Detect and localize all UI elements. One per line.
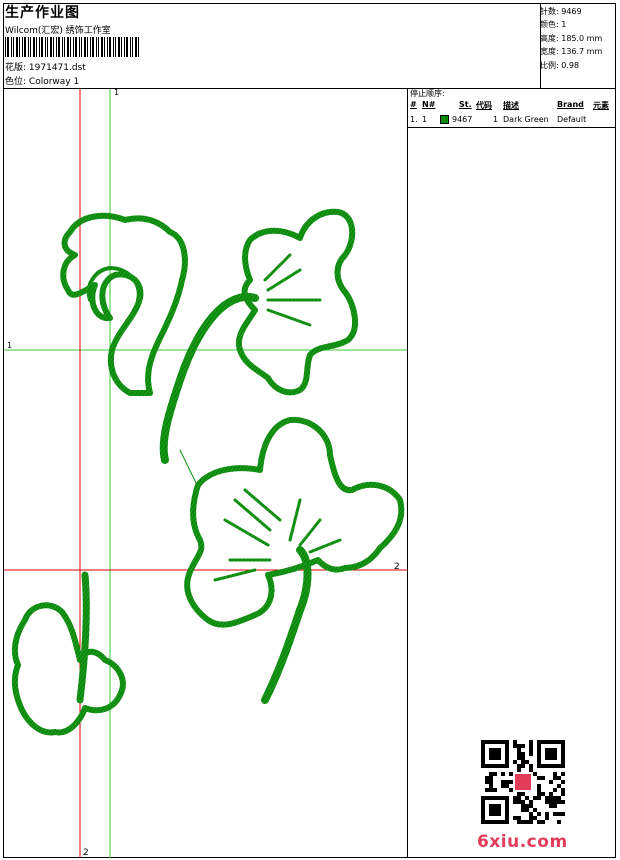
red-v-label: 2 — [83, 848, 89, 858]
red-h-label: 2 — [394, 562, 400, 572]
flower-upper-right-veins — [263, 253, 322, 327]
green-h-label: 1 — [7, 341, 12, 350]
leaf-lower-left — [11, 602, 126, 736]
connector — [179, 449, 198, 486]
stem-upper — [159, 292, 259, 464]
embroidery-design: 1 1 2 2 — [4, 88, 407, 858]
leaf-upper-left — [60, 212, 188, 396]
watermark-logo: 6xiu.com — [477, 832, 568, 852]
leaf-lower-left-stem — [76, 571, 90, 704]
flower-upper-right — [235, 208, 358, 396]
qr-code — [481, 740, 565, 824]
green-v-label: 1 — [114, 88, 119, 97]
